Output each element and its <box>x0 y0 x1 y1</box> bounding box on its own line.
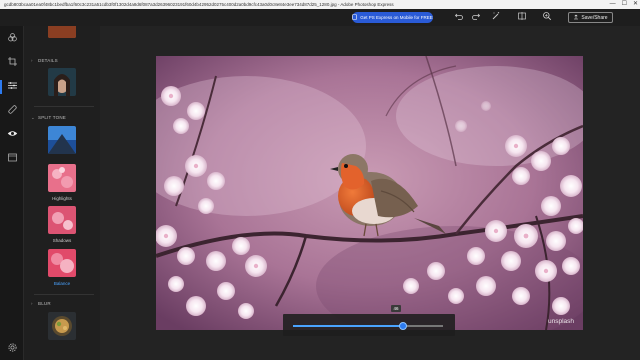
shadows-thumbnail[interactable] <box>48 206 76 234</box>
healing-bandage-icon[interactable] <box>5 104 19 118</box>
split-tone-title: SPLIT TONE <box>38 115 67 120</box>
tool-rail <box>0 26 24 360</box>
details-section-header[interactable]: › DETAILS <box>31 58 58 63</box>
maximize-button[interactable]: ☐ <box>622 0 627 9</box>
phone-icon <box>352 14 358 21</box>
chevron-right-icon: › <box>31 301 33 306</box>
get-mobile-app-button[interactable]: Get PS Express on Mobile for FREE <box>352 12 433 23</box>
window-titlebar: gcdb803bcaa01ea0f48bc1bedfba1f60c3c231a5… <box>0 0 640 9</box>
minimize-button[interactable]: — <box>610 0 616 9</box>
frame-icon[interactable] <box>5 152 19 166</box>
adjustments-panel: › DETAILS ⌄ SPLIT TONE Highlights Shadow… <box>24 26 100 360</box>
slider-knob[interactable] <box>398 322 407 330</box>
eye-icon[interactable] <box>5 128 19 142</box>
save-share-button[interactable]: Save/Share <box>568 12 613 23</box>
undo-icon[interactable] <box>453 11 465 23</box>
magic-wand-icon[interactable] <box>490 11 502 23</box>
balance-label[interactable]: Balance <box>24 281 100 286</box>
details-title: DETAILS <box>38 58 58 63</box>
close-window-button[interactable]: ✕ <box>633 0 638 9</box>
adjustments-sliders-icon[interactable] <box>5 80 19 94</box>
active-tool-indicator <box>0 80 2 94</box>
window-title: gcdb803bcaa01ea0f48bc1bedfba1f60c3c231a5… <box>4 2 394 7</box>
split-tone-section-header[interactable]: ⌄ SPLIT TONE <box>31 115 67 120</box>
slider-value-tooltip: 46 <box>391 305 401 312</box>
promo-label: Get PS Express on Mobile for FREE <box>360 15 433 20</box>
window-controls: — ☐ ✕ <box>610 0 638 9</box>
save-share-label: Save/Share <box>581 14 608 21</box>
blur-section-header[interactable]: › BLUR <box>31 301 51 306</box>
zoom-icon[interactable] <box>541 11 553 23</box>
unsplash-watermark: unsplash <box>548 318 575 325</box>
blur-thumbnail[interactable] <box>48 312 76 340</box>
section-divider <box>34 106 94 107</box>
compare-icon[interactable] <box>516 11 528 23</box>
looks-icon[interactable] <box>5 32 19 46</box>
chevron-right-icon: › <box>31 58 33 63</box>
blur-title: BLUR <box>38 301 51 306</box>
highlights-label[interactable]: Highlights <box>24 196 100 201</box>
edited-photo[interactable] <box>156 56 583 330</box>
details-thumbnail[interactable] <box>48 68 76 96</box>
split-tone-thumbnail[interactable] <box>48 126 76 154</box>
section-divider <box>34 294 94 295</box>
slider-fill <box>293 325 403 327</box>
preset-thumbnail-top[interactable] <box>48 26 76 38</box>
crop-icon[interactable] <box>5 56 19 70</box>
upload-icon <box>573 14 579 22</box>
chevron-down-icon: ⌄ <box>31 115 35 120</box>
redo-icon[interactable] <box>470 11 482 23</box>
settings-gear-icon[interactable] <box>5 342 19 356</box>
balance-slider[interactable] <box>283 314 455 336</box>
highlights-thumbnail[interactable] <box>48 164 76 192</box>
shadows-label[interactable]: Shadows <box>24 238 100 243</box>
balance-thumbnail[interactable] <box>48 249 76 277</box>
